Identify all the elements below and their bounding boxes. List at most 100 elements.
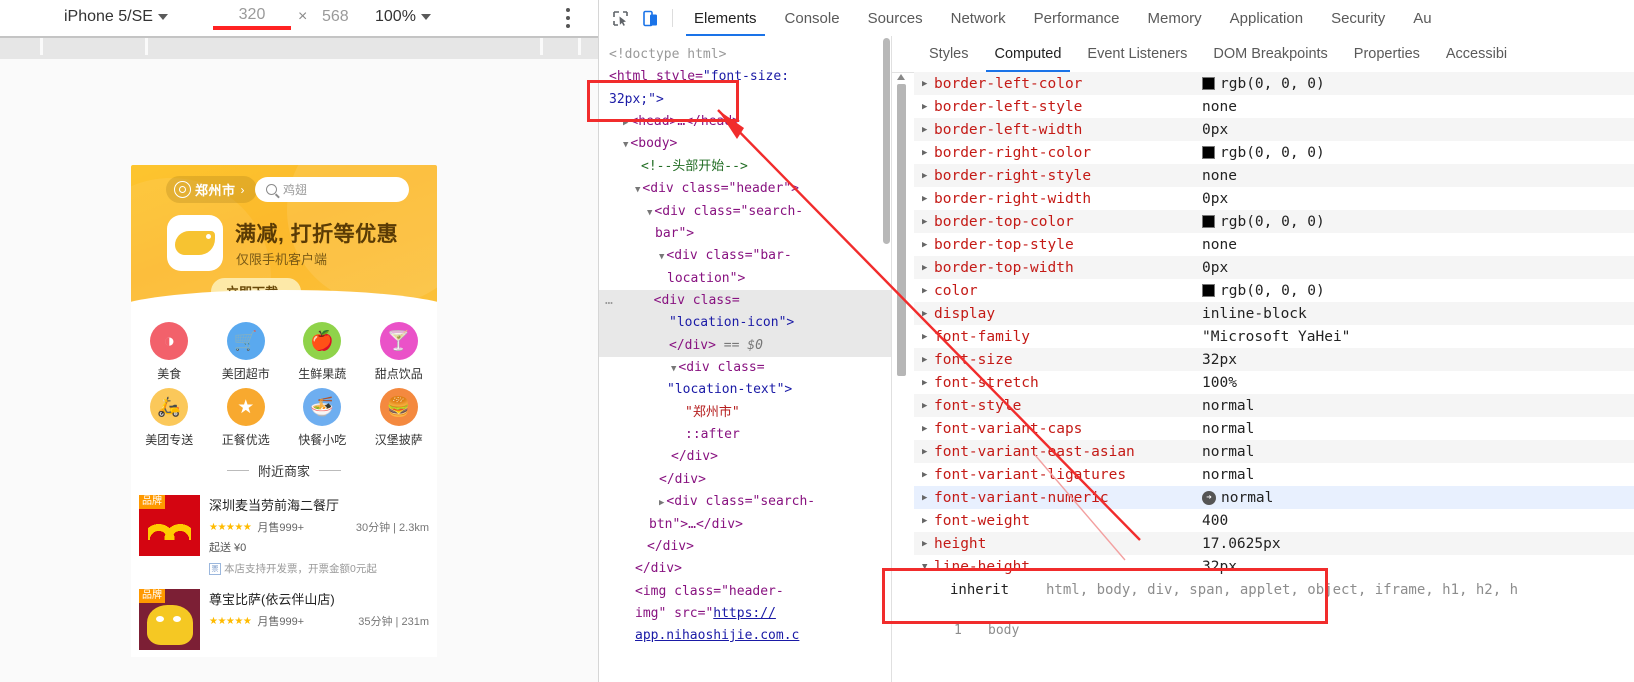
computed-property-row[interactable]: ▶ border-left-color rgb(0, 0, 0) [914,72,1634,95]
search-input[interactable]: 鸡翅 [255,177,409,202]
computed-property-row[interactable]: ▶ font-variant-ligatures normal [914,463,1634,486]
chevron-right-icon[interactable]: ▶ [922,424,934,434]
dom-node-close-searchbar[interactable]: </div> [609,536,887,558]
chevron-down-icon[interactable]: ▼ [659,252,664,262]
computed-property-row[interactable]: ▶ border-left-style none [914,95,1634,118]
category-item[interactable]: 🛵 美团专送 [131,388,208,448]
sidebar-tab-accessibi[interactable]: Accessibi [1433,36,1520,72]
sidebar-tab-properties[interactable]: Properties [1341,36,1433,72]
dom-node-searchbar-div[interactable]: ▼ <div class="search- bar"> [609,201,887,246]
category-item[interactable]: ◑ 美食 [131,322,208,382]
category-item[interactable]: 🍜 快餐小吃 [284,388,361,448]
scroll-up-arrow-icon[interactable] [897,74,905,80]
sidebar-tab-event-listeners[interactable]: Event Listeners [1074,36,1200,72]
chevron-right-icon[interactable]: ▶ [922,332,934,342]
devtools-tab-network[interactable]: Network [937,0,1020,36]
dom-node-barlocation-div[interactable]: ▼ <div class="bar- location"> [609,245,887,290]
viewport-width-input[interactable]: 320 [213,6,291,30]
dom-node-location-icon-selected[interactable]: … <div class= "location-icon"> </div> ==… [599,289,891,358]
devtools-tab-elements[interactable]: Elements [680,0,771,36]
computed-scrollbar[interactable] [897,74,906,682]
scrollbar-thumb[interactable] [897,84,906,376]
zoom-selector[interactable]: 100% [375,8,431,26]
dom-node-header-div[interactable]: ▼ <div class="header"> [609,178,887,200]
chevron-right-icon[interactable]: ▶ [922,286,934,296]
chevron-right-icon[interactable]: ▶ [922,102,934,112]
dom-node-doctype[interactable]: <!doctype html> [609,44,887,66]
dom-node-html[interactable]: <html style="font-size: 32px;"> [609,66,887,111]
sidebar-tab-styles[interactable]: Styles [916,36,982,72]
merchant-row[interactable]: 品牌 深圳麦当劳前海二餐厅 ★★★★★ 月售999+ 30分钟 | 2.3km 起送 ¥0… [131,489,437,583]
dom-node-close-loctext[interactable]: </div> [609,446,887,468]
chevron-right-icon[interactable]: ▶ [922,516,934,526]
body-rule-row[interactable]: 1 body [914,619,1634,642]
merchant-row[interactable]: 品牌 尊宝比萨(依云伴山店) ★★★★★ 月售999+ 35分钟 | 231m [131,583,437,657]
dom-node-location-text-div[interactable]: ▼ <div class= "location-text"> [609,357,887,402]
matched-selector[interactable]: html, body, div, span, applet, object, i… [1046,582,1518,598]
computed-property-row[interactable]: ▶ font-style normal [914,394,1634,417]
computed-property-row[interactable]: ▶ font-family "Microsoft YaHei" [914,325,1634,348]
chevron-down-icon[interactable]: ▼ [647,208,652,218]
chevron-down-icon[interactable]: ▼ [922,562,934,572]
dom-node-header-img[interactable]: <img class="header- img" src="https:// a… [609,581,887,648]
goto-source-icon[interactable]: ➜ [1202,490,1216,505]
ellipsis-icon[interactable]: … [605,293,614,308]
devtools-tab-sources[interactable]: Sources [854,0,937,36]
dom-node-searchbtn-div[interactable]: ▶ <div class="search- btn">…</div> [609,491,887,536]
chevron-right-icon[interactable]: ▶ [922,194,934,204]
chevron-right-icon[interactable]: ▶ [922,125,934,135]
category-item[interactable]: 🍸 甜点饮品 [361,322,438,382]
computed-property-row[interactable]: ▶ height 17.0625px [914,532,1634,555]
chevron-right-icon[interactable]: ▶ [922,148,934,158]
line-height-inherited-rule[interactable]: inherit html, body, div, span, applet, ob… [914,578,1634,601]
chevron-right-icon[interactable]: ▶ [922,240,934,250]
dom-node-comment[interactable]: <!--头部开始--> [609,156,887,178]
chevron-right-icon[interactable]: ▶ [922,355,934,365]
dom-tree-pane[interactable]: <!doctype html> <html style="font-size: … [599,36,892,682]
category-item[interactable]: 🍔 汉堡披萨 [361,388,438,448]
chevron-right-icon[interactable]: ▶ [922,79,934,89]
computed-property-row[interactable]: ▶ border-top-style none [914,233,1634,256]
computed-property-row[interactable]: ▶ border-right-width 0px [914,187,1634,210]
dom-node-location-text-value[interactable]: "郑州市" [609,402,887,424]
computed-property-row[interactable]: ▶ font-size 32px [914,348,1634,371]
computed-property-row[interactable]: ▶ font-variant-caps normal [914,417,1634,440]
chevron-right-icon[interactable]: ▶ [659,498,664,508]
dom-node-close-header[interactable]: </div> [609,558,887,580]
chevron-right-icon[interactable]: ▶ [922,493,934,503]
chevron-down-icon[interactable]: ▼ [623,140,628,150]
devtools-tab-memory[interactable]: Memory [1134,0,1216,36]
chevron-right-icon[interactable]: ▶ [922,401,934,411]
computed-property-row[interactable]: ▶ font-weight 400 [914,509,1634,532]
chevron-right-icon[interactable]: ▶ [922,378,934,388]
chevron-right-icon[interactable]: ▶ [922,470,934,480]
computed-property-row[interactable]: ▶ border-top-color rgb(0, 0, 0) [914,210,1634,233]
devtools-tab-console[interactable]: Console [771,0,854,36]
devtools-tab-security[interactable]: Security [1317,0,1399,36]
toggle-device-toolbar-icon[interactable] [637,5,663,31]
device-selector[interactable]: iPhone 5/SE [64,8,168,26]
dom-node-head[interactable]: ▶ <head>…</head> [609,111,887,133]
devtools-tab-application[interactable]: Application [1216,0,1317,36]
chevron-down-icon[interactable]: ▼ [671,364,676,374]
computed-property-row[interactable]: ▶ border-top-width 0px [914,256,1634,279]
computed-property-row[interactable]: ▶ display inline-block [914,302,1634,325]
computed-property-row[interactable]: ▶ border-right-color rgb(0, 0, 0) [914,141,1634,164]
chevron-right-icon[interactable]: ▶ [623,118,628,128]
sidebar-tab-dom-breakpoints[interactable]: DOM Breakpoints [1200,36,1340,72]
computed-property-row[interactable]: ▶ font-variant-numeric ➜ normal [914,486,1634,509]
inspect-element-icon[interactable] [607,5,633,31]
dom-node-pseudo-after[interactable]: ::after [609,424,887,446]
chevron-right-icon[interactable]: ▶ [922,263,934,273]
sidebar-tab-computed[interactable]: Computed [982,36,1075,72]
devtools-tab-au[interactable]: Au [1399,0,1445,36]
chevron-right-icon[interactable]: ▶ [922,309,934,319]
rule-selector[interactable]: body [988,623,1019,638]
computed-property-row[interactable]: ▶ font-variant-east-asian normal [914,440,1634,463]
computed-property-row[interactable]: ▶ color rgb(0, 0, 0) [914,279,1634,302]
chevron-down-icon[interactable]: ▼ [635,185,640,195]
chevron-right-icon[interactable]: ▶ [922,217,934,227]
chevron-right-icon[interactable]: ▶ [922,171,934,181]
computed-property-row[interactable]: ▶ border-right-style none [914,164,1634,187]
chevron-right-icon[interactable]: ▶ [922,539,934,549]
